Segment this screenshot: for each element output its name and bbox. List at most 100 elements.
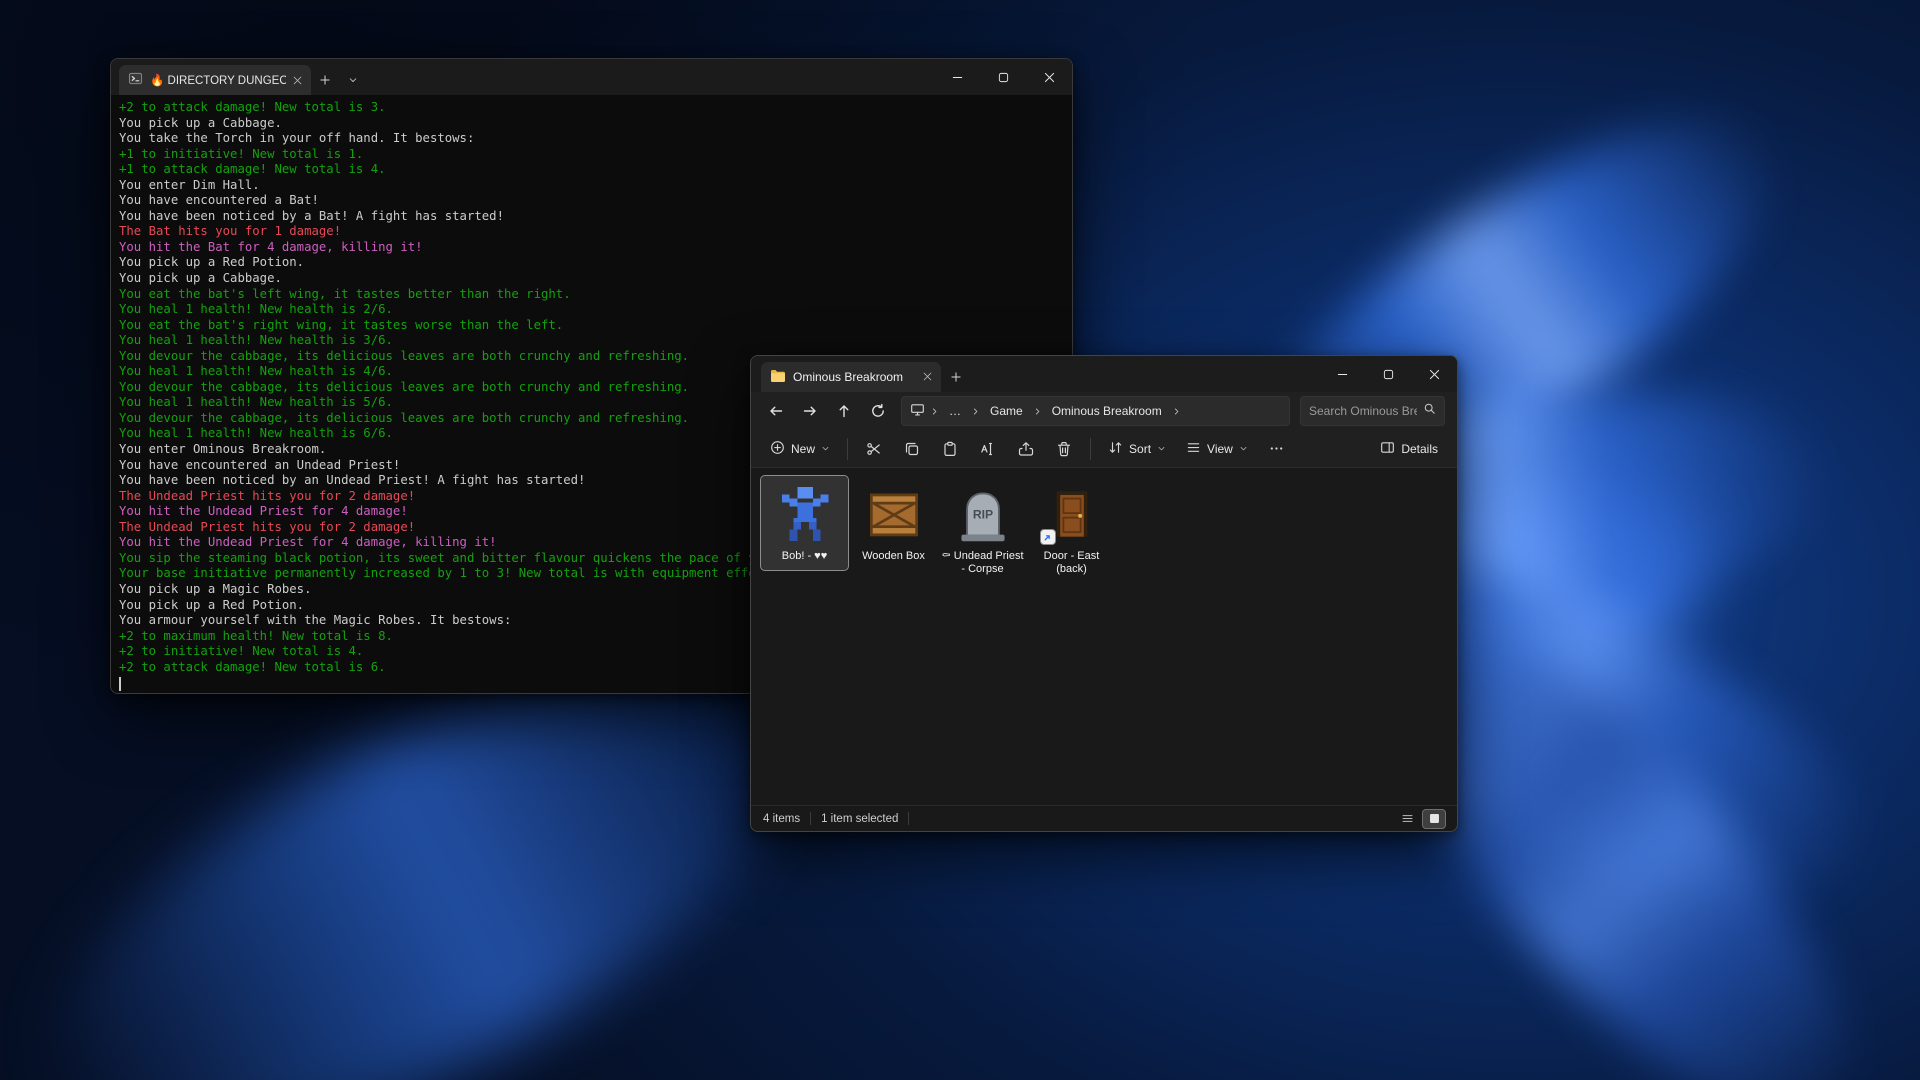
terminal-new-tab-button[interactable] <box>311 65 339 95</box>
large-icons-view-button[interactable] <box>1423 810 1445 828</box>
file-grid[interactable]: Bob! - ♥♥ Wooden Box RIP ⚰ Undead Priest… <box>751 468 1457 805</box>
folder-icon <box>770 369 786 386</box>
status-divider <box>908 812 909 825</box>
details-button-label: Details <box>1401 442 1438 456</box>
up-button[interactable] <box>827 396 861 426</box>
file-label-line: Bob! - ♥♥ <box>782 550 827 563</box>
share-button[interactable] <box>1008 434 1044 464</box>
file-item[interactable]: Wooden Box <box>850 476 937 570</box>
rename-button[interactable] <box>970 434 1006 464</box>
chevron-down-icon <box>1157 442 1166 456</box>
view-icon <box>1186 440 1201 458</box>
file-label: ⚰ Undead Priest- Corpse <box>941 550 1023 576</box>
file-item[interactable]: RIP ⚰ Undead Priest- Corpse <box>939 476 1026 583</box>
explorer-tab[interactable]: Ominous Breakroom <box>761 362 941 392</box>
chevron-right-icon <box>971 407 980 416</box>
terminal-line: You pick up a Cabbage. <box>119 271 1064 287</box>
explorer-toolbar: New Sort <box>751 430 1457 468</box>
delete-button[interactable] <box>1046 434 1082 464</box>
file-label-line: - Corpse <box>941 563 1023 576</box>
view-button[interactable]: View <box>1177 434 1257 464</box>
view-toggles <box>1396 810 1445 828</box>
details-button[interactable]: Details <box>1371 434 1447 464</box>
search-input[interactable]: Search Ominous Bre <box>1309 404 1417 418</box>
file-label-line: ⚰ Undead Priest <box>941 550 1023 563</box>
breadcrumb-game[interactable]: Game <box>985 402 1028 420</box>
explorer-new-tab-button[interactable] <box>941 362 971 392</box>
file-label: Wooden Box <box>862 550 925 563</box>
terminal-tab-close-button[interactable] <box>293 76 302 85</box>
explorer-minimize-button[interactable] <box>1319 356 1365 392</box>
terminal-line: You have encountered a Bat! <box>119 193 1064 209</box>
chevron-down-icon <box>821 442 830 456</box>
new-button[interactable]: New <box>761 434 839 464</box>
status-divider <box>810 812 811 825</box>
svg-text:RIP: RIP <box>972 508 992 522</box>
terminal-line: You eat the bat's right wing, it tastes … <box>119 318 1064 334</box>
chevron-down-icon <box>1239 442 1248 456</box>
paste-button[interactable] <box>932 434 968 464</box>
terminal-maximize-button[interactable] <box>980 59 1026 95</box>
terminal-line: You pick up a Cabbage. <box>119 116 1064 132</box>
terminal-icon <box>128 71 143 89</box>
toolbar-divider <box>1090 438 1091 460</box>
breadcrumb-current-folder[interactable]: Ominous Breakroom <box>1047 402 1167 420</box>
forward-button[interactable] <box>793 396 827 426</box>
sort-button[interactable]: Sort <box>1099 434 1175 464</box>
explorer-tab-title: Ominous Breakroom <box>793 370 916 384</box>
terminal-line: You pick up a Red Potion. <box>119 255 1064 271</box>
terminal-cursor <box>119 677 121 691</box>
file-explorer-window: Ominous Breakroom <box>750 355 1458 832</box>
file-label-line: (back) <box>1044 563 1100 576</box>
refresh-button[interactable] <box>861 396 895 426</box>
toolbar-divider <box>847 438 848 460</box>
terminal-minimize-button[interactable] <box>934 59 980 95</box>
selected-count: 1 item selected <box>821 813 898 825</box>
terminal-line: +1 to initiative! New total is 1. <box>119 147 1064 163</box>
crate-icon <box>862 482 926 546</box>
sort-button-label: Sort <box>1129 442 1151 456</box>
chevron-right-icon <box>930 407 939 416</box>
details-view-button[interactable] <box>1396 810 1418 828</box>
new-button-label: New <box>791 442 815 456</box>
explorer-tab-bar: Ominous Breakroom <box>751 356 1457 392</box>
sort-icon <box>1108 440 1123 458</box>
person-icon <box>773 482 837 546</box>
more-button[interactable] <box>1259 434 1295 464</box>
file-item[interactable]: Bob! - ♥♥ <box>761 476 848 570</box>
address-bar[interactable]: … Game Ominous Breakroom <box>901 396 1290 426</box>
terminal-tab-dropdown-button[interactable] <box>339 65 367 95</box>
terminal-tab-title: 🔥 DIRECTORY DUNGEON 🔥 <box>150 73 286 87</box>
terminal-tab[interactable]: 🔥 DIRECTORY DUNGEON 🔥 <box>119 65 311 95</box>
copy-button[interactable] <box>894 434 930 464</box>
door-icon <box>1040 482 1104 546</box>
file-item[interactable]: Door - East(back) <box>1028 476 1115 583</box>
cut-button[interactable] <box>856 434 892 464</box>
terminal-titlebar[interactable]: 🔥 DIRECTORY DUNGEON 🔥 <box>111 59 1072 95</box>
explorer-close-button[interactable] <box>1411 356 1457 392</box>
terminal-line: +1 to attack damage! New total is 4. <box>119 162 1064 178</box>
desktop: 🔥 DIRECTORY DUNGEON 🔥 <box>0 0 1920 1080</box>
file-label-line: Door - East <box>1044 550 1100 563</box>
terminal-line: You have been noticed by a Bat! A fight … <box>119 209 1064 225</box>
details-pane-icon <box>1380 440 1395 458</box>
search-box[interactable]: Search Ominous Bre <box>1300 396 1445 426</box>
chevron-right-icon <box>1033 407 1042 416</box>
terminal-line: You hit the Bat for 4 damage, killing it… <box>119 240 1064 256</box>
file-label: Door - East(back) <box>1044 550 1100 576</box>
explorer-navigation-bar: … Game Ominous Breakroom Search Ominous … <box>751 392 1457 430</box>
explorer-maximize-button[interactable] <box>1365 356 1411 392</box>
explorer-window-controls <box>1319 356 1457 392</box>
terminal-window-controls <box>934 59 1072 95</box>
file-label-line: Wooden Box <box>862 550 925 563</box>
status-bar: 4 items 1 item selected <box>751 805 1457 831</box>
back-button[interactable] <box>759 396 793 426</box>
item-count: 4 items <box>763 813 800 825</box>
terminal-line: +2 to attack damage! New total is 3. <box>119 100 1064 116</box>
terminal-close-button[interactable] <box>1026 59 1072 95</box>
terminal-line: You eat the bat's left wing, it tastes b… <box>119 287 1064 303</box>
view-button-label: View <box>1207 442 1233 456</box>
terminal-line: The Bat hits you for 1 damage! <box>119 224 1064 240</box>
explorer-tab-close-button[interactable] <box>923 370 932 384</box>
breadcrumb-ellipsis-button[interactable]: … <box>944 402 966 420</box>
